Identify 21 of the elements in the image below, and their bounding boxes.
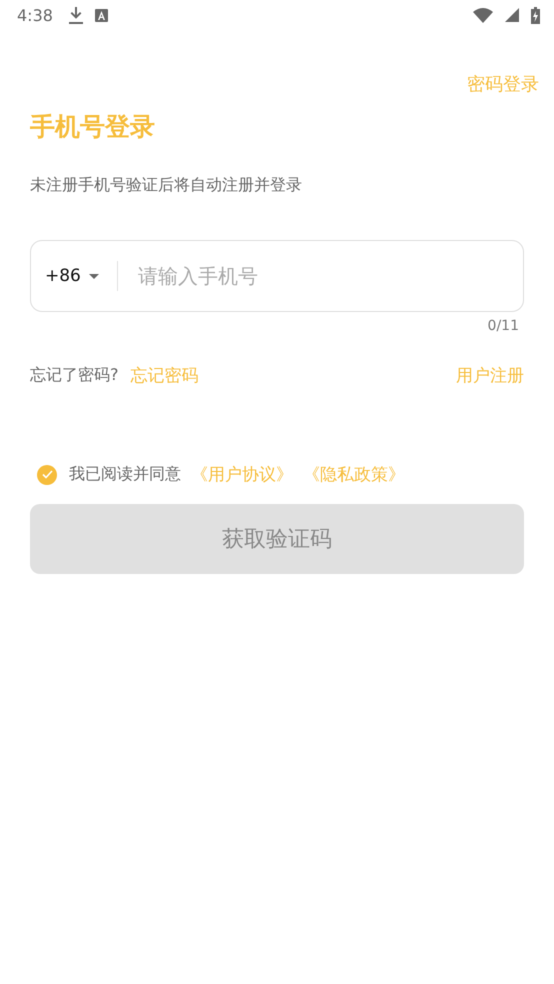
page-title: 手机号登录 [30, 111, 156, 143]
agreement-checkbox[interactable] [37, 464, 57, 484]
caret-icon [88, 274, 99, 278]
country-code-dropdown[interactable]: +86 [45, 266, 99, 286]
policy-link[interactable]: 《用户协议》 [191, 463, 293, 486]
agreement-text: 我已阅读并同意 [69, 464, 181, 485]
forgot-password-link[interactable]: 忘记密码 [130, 364, 198, 387]
forgot-prompt: 忘记了密码? [30, 365, 118, 386]
password-login-link[interactable]: 密码登录 [467, 72, 539, 96]
policy-link[interactable]: 《隐私政策》 [303, 463, 405, 486]
wifi-icon [473, 8, 493, 22]
signal-icon [505, 8, 519, 22]
download-icon [68, 6, 83, 24]
character-counter: 0/11 [488, 318, 519, 334]
register-link[interactable]: 用户注册 [456, 364, 524, 387]
app-icon [94, 8, 108, 22]
status-time: 4:38 [17, 6, 53, 24]
check-icon [42, 470, 52, 479]
subtitle: 未注册手机号验证后将自动注册并登录 [30, 175, 303, 196]
battery-charging-icon [531, 6, 540, 24]
phone-input-field[interactable]: +86 请输入手机号 [30, 240, 524, 312]
